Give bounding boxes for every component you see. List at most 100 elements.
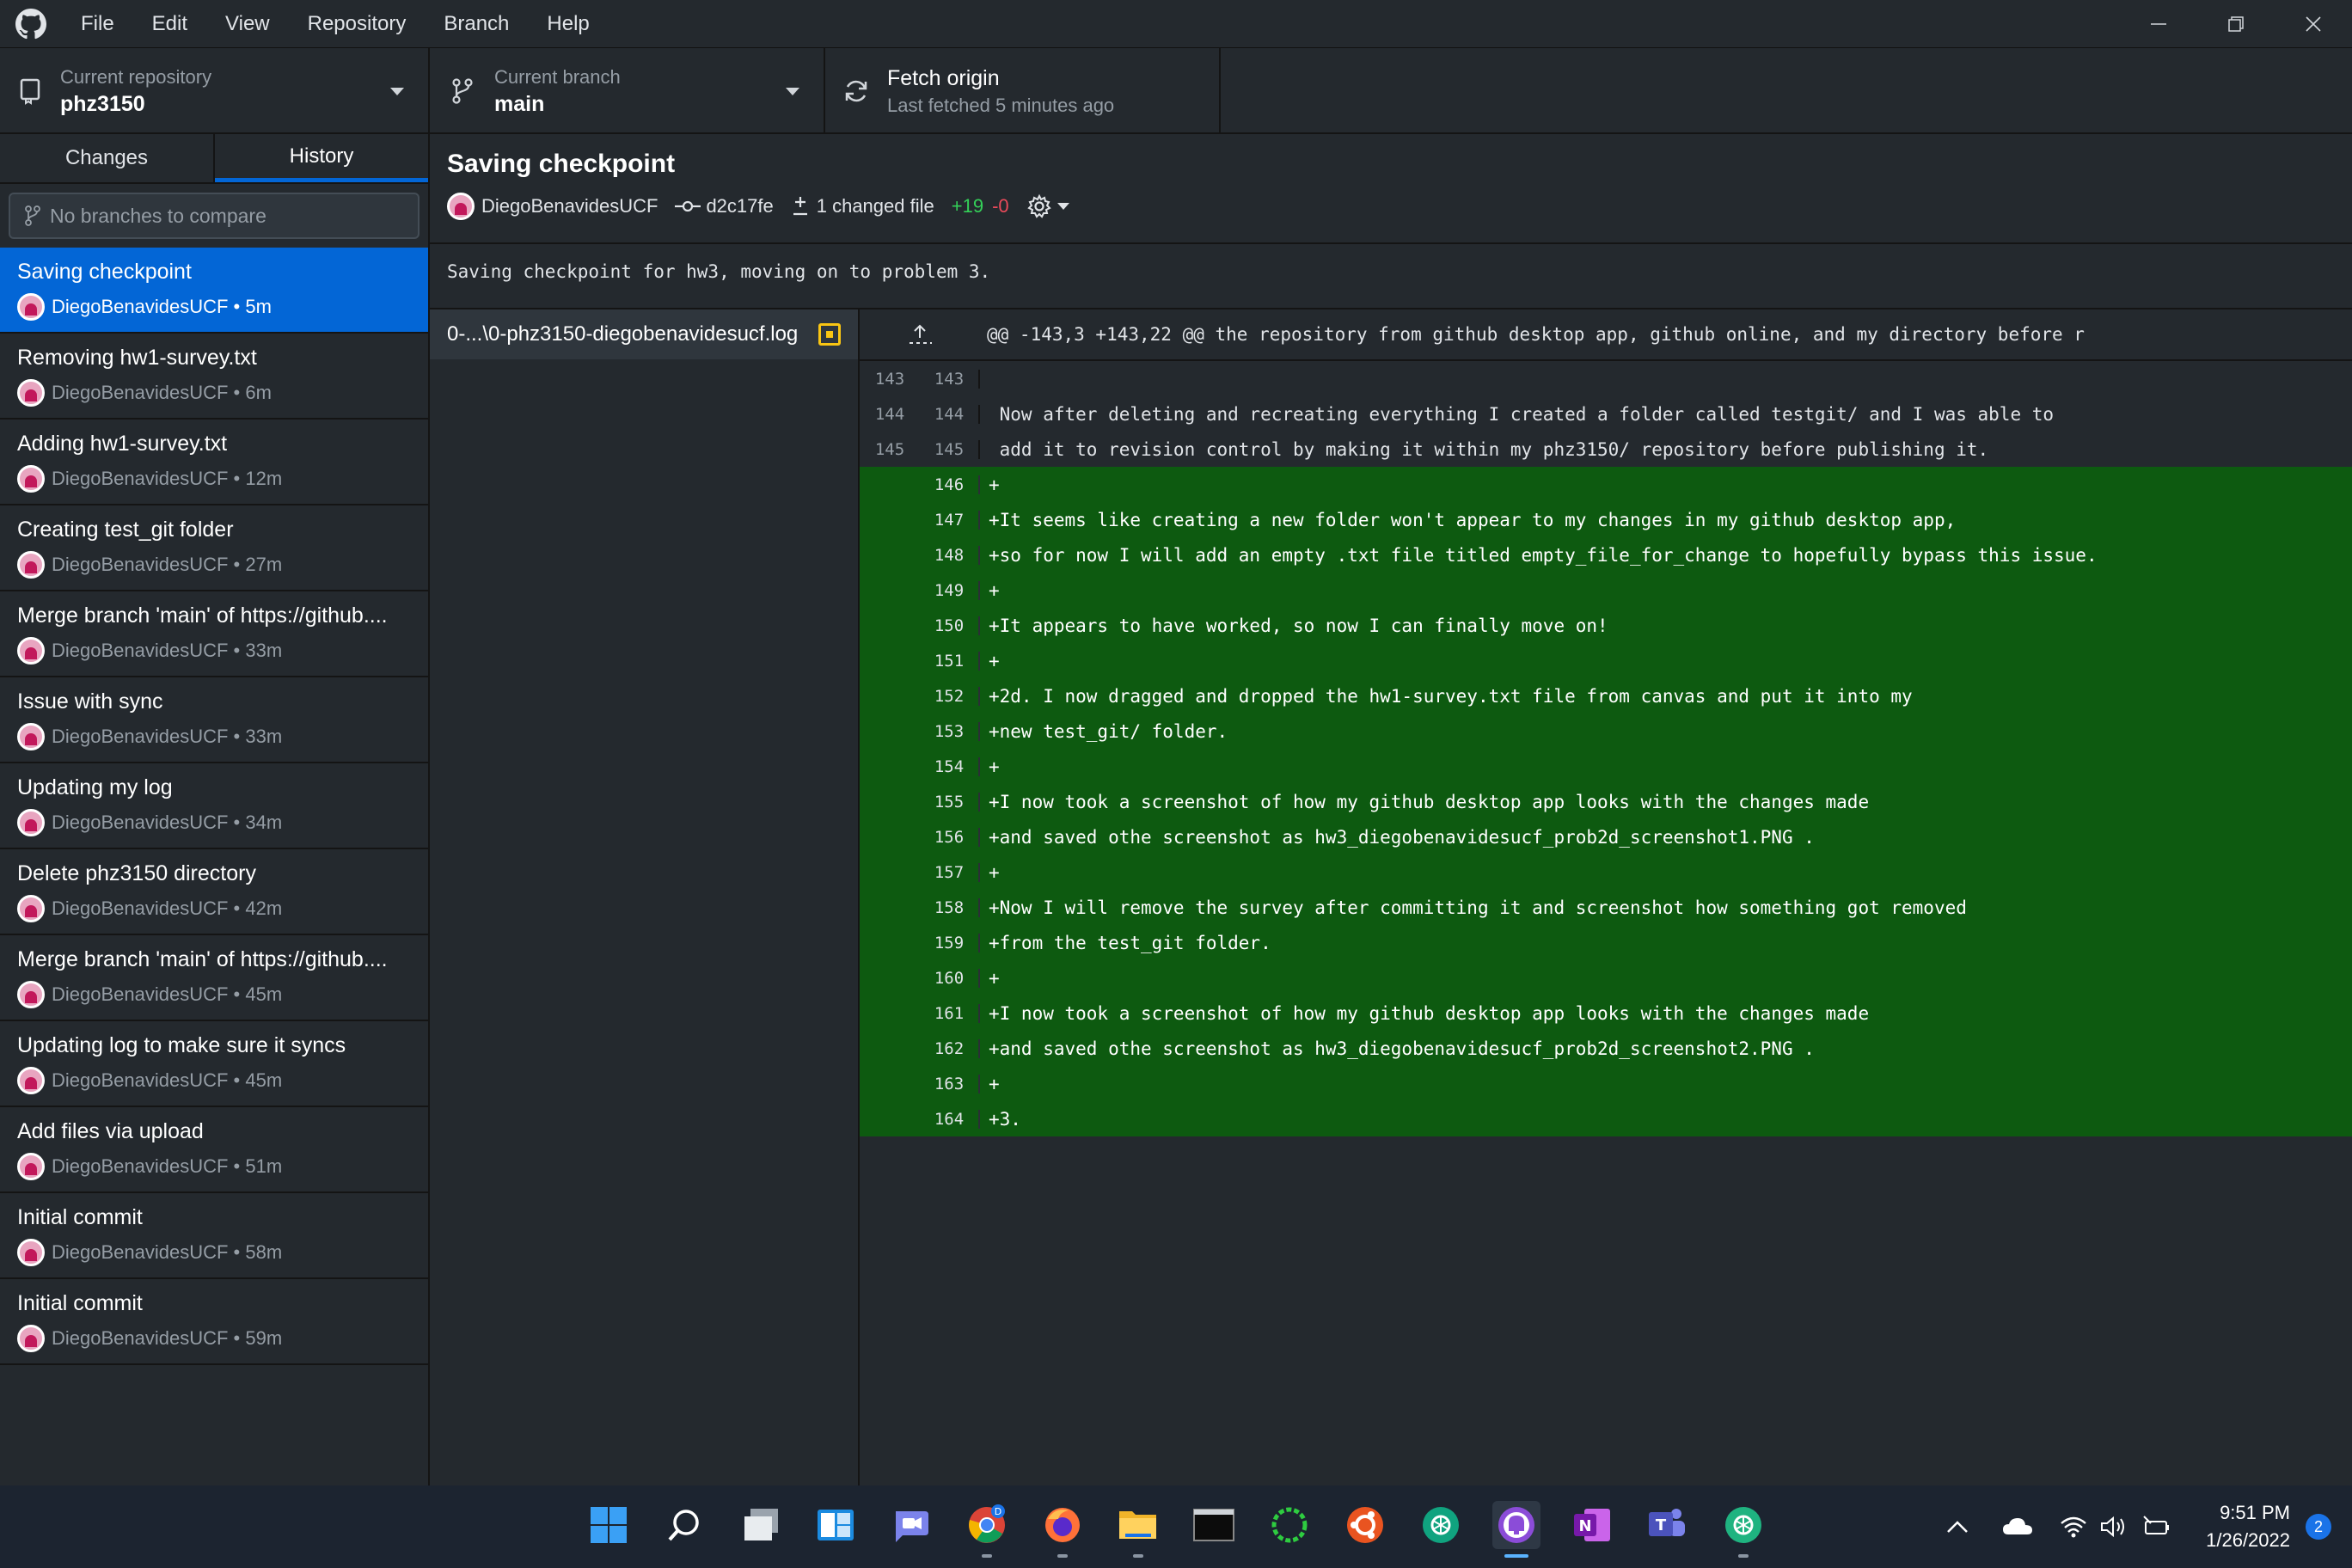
chat-icon [896, 1511, 928, 1542]
commit-list-item[interactable]: Delete phz3150 directory DiegoBenavidesUC… [0, 849, 428, 935]
taskbar-start[interactable] [585, 1501, 633, 1549]
commit-list-item[interactable]: Initial commit DiegoBenavidesUCF • 59m [0, 1279, 428, 1365]
new-line-number: 161 [920, 1003, 980, 1023]
chevron-down-icon [1057, 203, 1069, 210]
new-line-number: 155 [920, 792, 980, 812]
commit-description: Saving checkpoint for hw3, moving on to … [430, 244, 2352, 309]
taskbar-task-view[interactable] [738, 1501, 786, 1549]
commit-sha[interactable]: d2c17fe [706, 195, 773, 217]
clock-date: 1/26/2022 [2206, 1529, 2290, 1551]
taskbar-onenote[interactable]: N [1568, 1501, 1616, 1549]
tab-history[interactable]: History [215, 134, 428, 182]
commit-list-item[interactable]: Initial commit DiegoBenavidesUCF • 58m [0, 1193, 428, 1279]
commit-author: DiegoBenavidesUCF [481, 195, 658, 217]
taskbar-teams[interactable]: T [1644, 1501, 1692, 1549]
commit-list-item[interactable]: Adding hw1-survey.txt DiegoBenavidesUCF •… [0, 420, 428, 505]
commit-summary: Saving checkpoint [447, 150, 676, 178]
system-tray: 9:51 PM 1/26/2022 2 [1945, 1485, 2352, 1568]
minimize-button[interactable] [2120, 0, 2197, 48]
taskbar-ubuntu[interactable] [1341, 1501, 1389, 1549]
battery-icon[interactable] [2142, 1515, 2171, 1539]
close-button[interactable] [2275, 0, 2352, 48]
restore-button[interactable] [2197, 0, 2275, 48]
chevron-down-icon [786, 88, 799, 95]
expand-up-button[interactable] [860, 323, 980, 346]
taskbar-app-ring[interactable] [1265, 1501, 1314, 1549]
diff-line-text: + [989, 579, 1000, 601]
fetch-origin-label: Fetch origin [887, 65, 1000, 90]
onedrive-cloud-icon[interactable] [2001, 1516, 2034, 1538]
diff-line-text: + [989, 861, 1000, 883]
commit-list-item[interactable]: Updating log to make sure it syncs DiegoB… [0, 1021, 428, 1107]
notification-badge[interactable]: 2 [2306, 1514, 2331, 1540]
diff-line: 164 +3. [860, 1101, 2352, 1136]
wifi-icon[interactable] [2060, 1515, 2087, 1539]
commit-header: Saving checkpoint DiegoBenavidesUCF d2c1… [430, 134, 2352, 244]
diff-line-text: +It seems like creating a new folder won… [989, 509, 1957, 530]
commit-list-item[interactable]: Saving checkpoint DiegoBenavidesUCF • 5m [0, 248, 428, 334]
avatar [17, 1325, 45, 1352]
diff-line: 157 + [860, 854, 2352, 890]
commit-title: Creating test_git folder [17, 518, 234, 542]
taskbar-github-desktop[interactable] [1492, 1501, 1540, 1558]
menu-view[interactable]: View [225, 12, 270, 36]
diff-options-button[interactable] [1026, 193, 1069, 219]
commit-list-item[interactable]: Updating my log DiegoBenavidesUCF • 34m [0, 763, 428, 849]
fetch-origin-button[interactable]: Fetch origin Last fetched 5 minutes ago [825, 48, 1221, 134]
commit-author-time: DiegoBenavidesUCF • 34m [52, 812, 283, 833]
taskbar-widgets[interactable] [812, 1501, 860, 1549]
commit-author-time: DiegoBenavidesUCF • 42m [52, 897, 283, 919]
current-branch-dropdown[interactable]: Current branch main [430, 48, 825, 134]
commit-title: Saving checkpoint [17, 260, 192, 284]
taskbar-file-explorer[interactable] [1114, 1501, 1162, 1558]
commit-title: Updating log to make sure it syncs [17, 1033, 346, 1057]
avatar [17, 809, 45, 836]
volume-icon[interactable] [2099, 1515, 2127, 1539]
hunk-header-text: @@ -143,3 +143,22 @@ the repository from… [987, 324, 2085, 345]
commit-title: Delete phz3150 directory [17, 861, 256, 885]
diff-line-text: +2d. I now dragged and dropped the hw1-s… [989, 685, 1913, 707]
commit-list-item[interactable]: Add files via upload DiegoBenavidesUCF • … [0, 1107, 428, 1193]
taskbar-search[interactable] [660, 1501, 708, 1549]
branch-compare-input[interactable]: No branches to compare [9, 193, 420, 239]
running-indicator [1738, 1554, 1749, 1558]
diff-line: 163 + [860, 1066, 2352, 1101]
diff-line-text: Now after deleting and recreating everyt… [989, 403, 2055, 425]
new-line-number: 160 [920, 968, 980, 988]
commit-list-item[interactable]: Creating test_git folder DiegoBenavidesUC… [0, 505, 428, 591]
new-line-number: 147 [920, 510, 980, 530]
clock[interactable]: 9:51 PM 1/26/2022 [2206, 1499, 2290, 1554]
new-line-number: 150 [920, 616, 980, 635]
taskbar-terminal[interactable] [1190, 1501, 1238, 1549]
commit-list-item[interactable]: Removing hw1-survey.txt DiegoBenavidesUCF… [0, 334, 428, 420]
diff-line: 161 +I now took a screenshot of how my gi… [860, 995, 2352, 1031]
taskbar-chatgpt[interactable] [1417, 1501, 1465, 1549]
branch-icon [430, 77, 494, 106]
current-repository-dropdown[interactable]: Current repository phz3150 [0, 48, 430, 134]
taskbar-chatgpt-2[interactable] [1719, 1501, 1767, 1558]
taskbar-firefox[interactable] [1038, 1501, 1087, 1558]
taskbar-chrome[interactable]: D [963, 1501, 1011, 1558]
chevron-up-icon[interactable] [1945, 1518, 1970, 1535]
commit-title: Adding hw1-survey.txt [17, 432, 228, 456]
new-line-number: 149 [920, 580, 980, 600]
additions-count: +19 [951, 195, 984, 217]
avatar [17, 293, 45, 321]
avatar [17, 637, 45, 665]
new-line-number: 154 [920, 756, 980, 776]
file-item[interactable]: 0-...\0-phz3150-diegobenavidesucf.log [430, 309, 858, 359]
diff-line: 148 +so for now I will add an empty .txt … [860, 537, 2352, 573]
commit-list-item[interactable]: Merge branch 'main' of https://github...… [0, 591, 428, 677]
menu-edit[interactable]: Edit [152, 12, 187, 36]
menu-repository[interactable]: Repository [308, 12, 407, 36]
commit-list-item[interactable]: Issue with sync DiegoBenavidesUCF • 33m [0, 677, 428, 763]
commit-list-item[interactable]: Merge branch 'main' of https://github...… [0, 935, 428, 1021]
tab-changes[interactable]: Changes [0, 134, 215, 182]
diff-line: 162 +and saved othe screenshot as hw3_die… [860, 1031, 2352, 1066]
commit-meta: DiegoBenavidesUCF • 33m [17, 637, 428, 665]
menu-help[interactable]: Help [547, 12, 589, 36]
taskbar-chat[interactable] [887, 1501, 935, 1549]
github-desktop-icon [1498, 1507, 1534, 1543]
menu-file[interactable]: File [81, 12, 114, 36]
menu-branch[interactable]: Branch [444, 12, 509, 36]
